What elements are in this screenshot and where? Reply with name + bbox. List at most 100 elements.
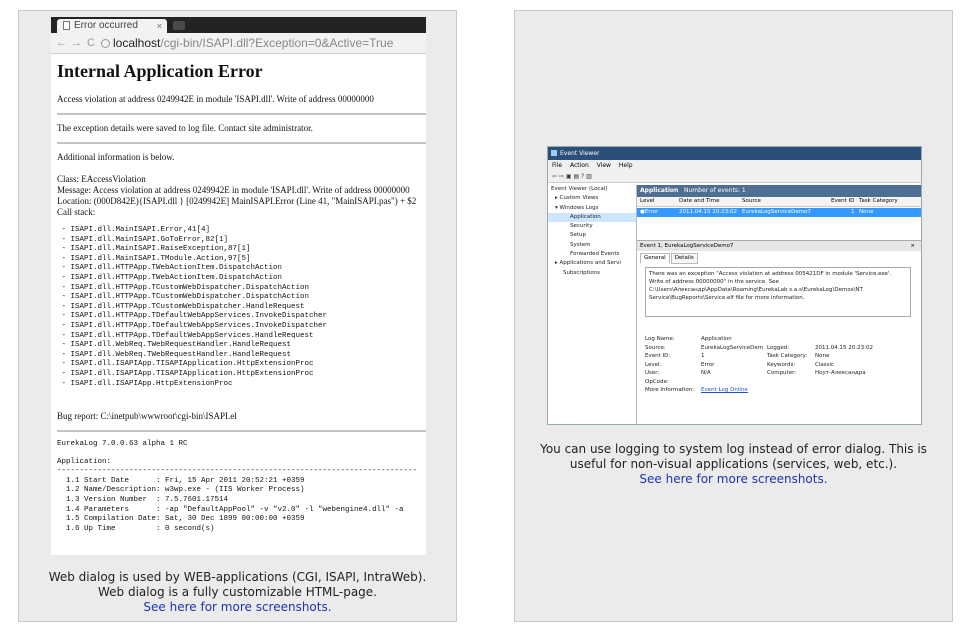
call-stack-line: - ISAPI.dll.HTTPApp.TDefaultWebAppServic… <box>57 331 314 340</box>
tab-close-icon: × <box>156 21 162 31</box>
caption-line: Web dialog is used by WEB-applications (… <box>48 570 427 584</box>
event-log-caption: You can use logging to system log instea… <box>515 442 952 487</box>
call-stack-line: - ISAPI.dll.HTTPApp.TCustomWebDispatcher… <box>57 283 310 292</box>
prop-label: Log Name: <box>645 336 675 342</box>
prop-label: Keywords: <box>767 361 796 368</box>
toolbar: ⇦ ⇨ ▣ ▤ ? ▥ <box>548 171 921 183</box>
web-dialog-screenshot: Error occurred × ← → C localhost/cgi-bin… <box>51 17 426 555</box>
prop-value: EurekaLogServiceDem <box>701 344 764 351</box>
event-log-online-link: Event Log Online <box>701 387 748 393</box>
tree-item: ▾ Windows Logs <box>555 204 599 211</box>
web-dialog-card: Error occurred × ← → C localhost/cgi-bin… <box>18 10 457 622</box>
event-id: 1 <box>851 209 855 215</box>
location-line: Location: (000D842E){ISAPI.dll } [024994… <box>57 196 417 206</box>
tab-details: Details <box>670 253 698 264</box>
prop-label: User: <box>645 370 660 376</box>
tree-item: System <box>570 241 591 248</box>
column-headers: Level Date and Time Source Event ID Task… <box>637 197 921 207</box>
event-properties: Log Name: Application Source: EurekaLogS… <box>645 335 917 395</box>
app-info-line: 1.1 Start Date : Fri, 15 Apr 2011 20:52:… <box>57 476 305 485</box>
additional-info: Additional information is below. <box>57 152 175 162</box>
prop-value: Classic <box>815 361 835 368</box>
saved-note: The exception details were saved to log … <box>57 123 313 133</box>
column-header: Source <box>742 198 761 204</box>
prop-value: Application <box>701 336 732 342</box>
call-stack-line: - ISAPI.dll.ISAPIApp.HttpExtensionProc <box>57 379 233 388</box>
column-header: Level <box>640 198 655 204</box>
tree-item: Event Viewer (Local) <box>551 186 608 192</box>
event-date: 2011.04.15 20:23:02 <box>679 209 737 215</box>
url-path: /cgi-bin/ISAPI.dll?Exception=0&Active=Tr… <box>160 36 394 50</box>
globe-icon <box>101 39 110 48</box>
call-stack-line: - ISAPI.dll.HTTPApp.TWebActionItem.Dispa… <box>57 264 283 273</box>
back-icon: ← <box>56 37 67 49</box>
log-header: Application Number of events: 1 <box>637 185 921 197</box>
tree-item: ▸ Applications and Servi <box>555 260 621 267</box>
divider <box>57 113 426 115</box>
column-header: Event ID <box>831 198 855 204</box>
prop-label: Logged: <box>767 344 790 351</box>
prop-label: Computer: <box>767 370 797 376</box>
prop-value: Ноут-Александра <box>815 370 866 376</box>
call-stack-line: - ISAPI.dll.MainISAPI.Error,41[4] <box>57 226 211 234</box>
call-stack-line: - ISAPI.dll.WebReq.TWebRequestHandler.Ha… <box>57 341 292 350</box>
bug-report-path: Bug report: C:\inetpub\wwwroot\cgi-bin\I… <box>57 411 237 422</box>
class-line: Class: EAccessViolation <box>57 174 146 184</box>
menu-view: View <box>596 162 611 169</box>
app-info-line: 1.2 Name/Description: w3wp.exe - (IIS Wo… <box>57 486 305 495</box>
prop-value: N/A <box>701 370 711 376</box>
web-dialog-caption: Web dialog is used by WEB-applications (… <box>19 570 456 615</box>
menu-bar: File Action View Help <box>548 160 921 171</box>
close-icon: × <box>910 243 915 249</box>
prop-label: Task Category: <box>767 353 808 359</box>
menu-file: File <box>552 162 563 169</box>
event-log-card: Event Viewer File Action View Help ⇦ ⇨ ▣… <box>514 10 953 622</box>
browser-tab: Error occurred × <box>57 19 167 33</box>
error-page: Internal Application Error Access violat… <box>57 55 426 534</box>
column-header: Task Category <box>859 198 898 204</box>
call-stack-line: - ISAPI.dll.MainISAPI.RaiseException,87[… <box>57 245 251 254</box>
app-info-line: 1.5 Compilation Date: Sat, 30 Dec 1899 0… <box>57 515 305 524</box>
prop-value: 1 <box>701 353 705 359</box>
separator-line: ----------------------------------------… <box>57 467 418 476</box>
prop-label: More Information: <box>645 387 695 393</box>
caption-line: Web dialog is a fully customizable HTML-… <box>98 585 377 599</box>
tree-item: Forwarded Events <box>570 251 620 258</box>
tree-item: Setup <box>570 232 587 239</box>
tree-item: ▸ Custom Views <box>555 195 599 202</box>
event-viewer-titlebar: Event Viewer <box>548 147 921 160</box>
call-stack-line: - ISAPI.dll.HTTPApp.TWebActionItem.Dispa… <box>57 273 283 282</box>
call-stack-line: - ISAPI.dll.HTTPApp.TDefaultWebAppServic… <box>57 312 328 321</box>
divider <box>57 430 426 433</box>
call-stack: - ISAPI.dll.MainISAPI.Error,41[4] - ISAP… <box>57 226 426 389</box>
prop-label: OpCode: <box>645 378 669 385</box>
event-source: EurekaLogServiceDemo7 <box>742 209 811 215</box>
tree-item-application: Application <box>548 212 636 223</box>
event-viewer-icon <box>551 150 557 156</box>
window-title: Event Viewer <box>560 150 600 157</box>
tree-item: Security <box>570 223 593 230</box>
address-bar: localhost/cgi-bin/ISAPI.dll?Exception=0&… <box>101 36 393 50</box>
prop-label: Source: <box>645 344 666 351</box>
event-message: There was an exception "Access violation… <box>645 267 911 317</box>
call-stack-line: - ISAPI.dll.WebReq.TWebRequestHandler.Ha… <box>57 350 292 359</box>
event-detail-header: Event 1, EurekaLogServiceDemo7 × <box>637 240 921 251</box>
column-header: Date and Time <box>679 198 720 204</box>
detail-tabs: General Details <box>640 253 699 264</box>
menu-action: Action <box>569 162 589 169</box>
call-stack-line: - ISAPI.dll.MainISAPI.TModule.Action,97[… <box>57 254 251 263</box>
event-viewer-screenshot: Event Viewer File Action View Help ⇦ ⇨ ▣… <box>547 146 922 425</box>
more-screenshots-link[interactable]: See here for more screenshots. <box>19 600 456 615</box>
call-stack-label: Call stack: <box>57 207 96 217</box>
prop-label: Event ID: <box>645 353 671 359</box>
event-row: ● Error 2011.04.15 20:23:02 EurekaLogSer… <box>637 208 921 217</box>
reload-icon: C <box>87 37 95 49</box>
event-category: None <box>859 209 874 215</box>
call-stack-line: - ISAPI.dll.HTTPApp.TCustomWebDispatcher… <box>57 293 310 302</box>
caption-line: useful for non-visual applications (serv… <box>569 457 898 471</box>
url-host: localhost <box>113 36 161 50</box>
divider <box>57 142 426 144</box>
more-screenshots-link[interactable]: See here for more screenshots. <box>515 472 952 487</box>
call-stack-line: - ISAPI.dll.HTTPApp.TDefaultWebAppServic… <box>57 321 328 330</box>
new-tab-icon <box>173 21 185 30</box>
